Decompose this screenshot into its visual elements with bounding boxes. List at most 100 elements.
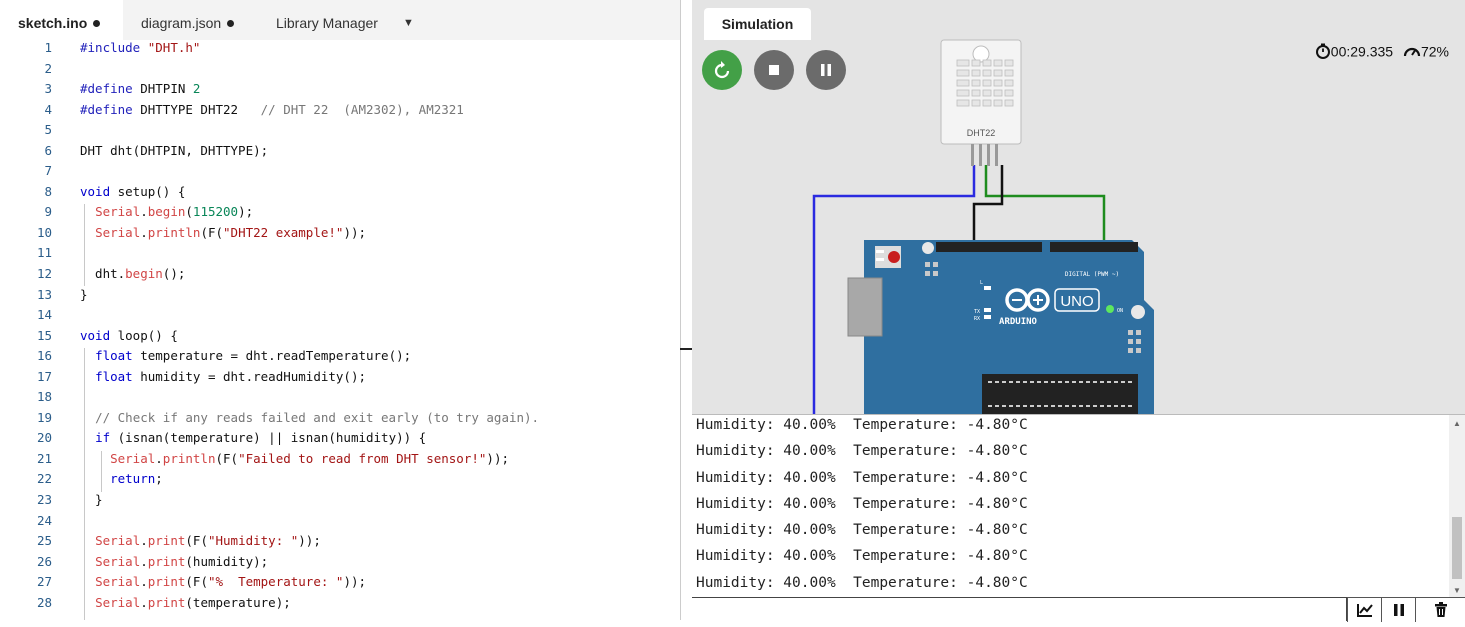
code-line[interactable]: 27 Serial.print(F("% Temperature: "));	[0, 572, 680, 593]
code-line[interactable]: 10 Serial.println(F("DHT22 example!"));	[0, 223, 680, 244]
line-number: 2	[44, 60, 52, 76]
code-line[interactable]: 17 float humidity = dht.readHumidity();	[0, 367, 680, 388]
code-line[interactable]: 12 dht.begin();	[0, 264, 680, 285]
line-number: 3	[44, 81, 52, 97]
code-text: float temperature = dht.readTemperature(…	[95, 348, 412, 364]
code-line[interactable]: 24	[0, 511, 680, 532]
serial-line: Humidity: 40.00% Temperature: -4.80°C	[696, 469, 1028, 486]
serial-line: Humidity: 40.00% Temperature: -4.80°C	[696, 443, 1028, 460]
led-l-label: L	[980, 280, 983, 286]
indent-guide	[101, 451, 102, 492]
scrollbar-thumb[interactable]	[1452, 517, 1462, 579]
serial-line: Humidity: 40.00% Temperature: -4.80°C	[696, 417, 1028, 433]
code-line[interactable]: 14	[0, 305, 680, 326]
line-number: 12	[36, 266, 52, 282]
code-line[interactable]: 15 void loop() {	[0, 326, 680, 347]
arduino-uno-board[interactable]: DIGITAL (PWM ~) L TX RX UNO ARDUINO ON	[847, 240, 1154, 414]
code-text: Serial.begin(115200);	[95, 204, 254, 220]
dht22-sensor[interactable]: DHT22	[940, 39, 1022, 166]
wire-black[interactable]	[972, 165, 1004, 248]
serial-line: Humidity: 40.00% Temperature: -4.80°C	[696, 574, 1028, 591]
line-number: 14	[36, 307, 52, 323]
code-line[interactable]: 28 Serial.print(temperature);	[0, 593, 680, 614]
code-line[interactable]: 13}	[0, 285, 680, 306]
code-line[interactable]: 5	[0, 120, 680, 141]
code-line[interactable]: 2	[0, 59, 680, 80]
code-text: if (isnan(temperature) || isnan(humidity…	[95, 430, 427, 446]
code-line[interactable]: 23 }	[0, 490, 680, 511]
code-area[interactable]: 1 #include "DHT.h" 2 3 #define DHTPIN 2 4 #def…	[0, 38, 680, 613]
serial-monitor[interactable]: Humidity: 40.00% Temperature: -4.80°C Hu…	[692, 414, 1465, 622]
line-number: 16	[36, 348, 52, 364]
unsaved-dot-icon	[93, 20, 101, 27]
code-line[interactable]: 11	[0, 243, 680, 264]
tab-menu-chevron-down-icon[interactable]: ▼	[403, 0, 414, 40]
line-number: 13	[36, 286, 52, 302]
wire-green[interactable]	[984, 165, 1106, 248]
line-number: 9	[44, 204, 52, 220]
led-tx-label: TX	[974, 309, 980, 315]
clear-output-button[interactable]	[1415, 597, 1465, 622]
power-on-label: ON	[1117, 308, 1123, 314]
serial-line: Humidity: 40.00% Temperature: -4.80°C	[696, 495, 1028, 512]
serial-output: Humidity: 40.00% Temperature: -4.80°C Hu…	[696, 415, 1436, 599]
code-text: float humidity = dht.readHumidity();	[95, 368, 366, 384]
code-text: Serial.println(F("Failed to read from DH…	[110, 450, 509, 466]
code-line[interactable]: 18	[0, 387, 680, 408]
code-text: }	[80, 286, 88, 302]
line-number: 18	[36, 389, 52, 405]
line-number: 19	[36, 409, 52, 425]
code-line[interactable]: 21 Serial.println(F("Failed to read from…	[0, 449, 680, 470]
code-line[interactable]: 16 float temperature = dht.readTemperatu…	[0, 346, 680, 367]
plotter-button[interactable]	[1347, 597, 1382, 622]
indent-guide	[84, 204, 85, 286]
code-line[interactable]: 7	[0, 161, 680, 182]
code-text: #include "DHT.h"	[80, 40, 201, 55]
tab-library-manager[interactable]: Library Manager	[276, 0, 378, 40]
board-model-label: UNO	[1060, 293, 1093, 310]
line-number: 17	[36, 368, 52, 384]
code-text: Serial.println(F("DHT22 example!"));	[95, 224, 367, 240]
line-number: 5	[44, 122, 52, 138]
code-line[interactable]: 6 DHT dht(DHTPIN, DHTTYPE);	[0, 141, 680, 162]
code-line[interactable]: 3 #define DHTPIN 2	[0, 79, 680, 100]
line-number: 11	[36, 245, 52, 261]
panel-splitter[interactable]	[680, 0, 692, 620]
code-line[interactable]: 25 Serial.print(F("Humidity: "));	[0, 531, 680, 552]
code-editor[interactable]: sketch.ino diagram.json Library Manager …	[0, 0, 680, 620]
splitter-handle[interactable]	[680, 348, 692, 350]
board-brand-label: ARDUINO	[999, 317, 1038, 327]
line-number: 27	[36, 574, 52, 590]
unsaved-dot-icon	[227, 20, 235, 27]
code-line[interactable]: 1 #include "DHT.h"	[0, 38, 680, 59]
line-number: 21	[36, 450, 52, 466]
code-line[interactable]: 9 Serial.begin(115200);	[0, 202, 680, 223]
line-number: 8	[44, 183, 52, 199]
tab-label: Library Manager	[276, 15, 378, 31]
tab-diagram-json[interactable]: diagram.json	[141, 0, 235, 40]
code-text: return;	[110, 471, 163, 487]
line-number: 22	[36, 471, 52, 487]
code-line[interactable]: 4 #define DHTTYPE DHT22 // DHT 22 (AM2302…	[0, 100, 680, 121]
code-text: #define DHTPIN 2	[80, 81, 201, 97]
code-text: Serial.print(humidity);	[95, 553, 269, 569]
indent-guide	[84, 348, 85, 620]
code-line[interactable]: 26 Serial.print(humidity);	[0, 552, 680, 573]
code-text: DHT dht(DHTPIN, DHTTYPE);	[80, 142, 269, 158]
code-line[interactable]: 20 if (isnan(temperature) || isnan(humid…	[0, 428, 680, 449]
simulation-canvas[interactable]: Simulation 00:29.335 72% DHT22 DIGITAL (…	[692, 0, 1465, 414]
code-line[interactable]: 19 // Check if any reads failed and exit…	[0, 408, 680, 429]
line-number: 1	[44, 40, 52, 55]
code-text: Serial.print(F("% Temperature: "));	[95, 574, 367, 590]
chart-line-icon	[1357, 604, 1373, 617]
editor-tab-bar: sketch.ino diagram.json Library Manager …	[0, 0, 680, 40]
pause-output-button[interactable]	[1381, 597, 1416, 622]
scroll-down-icon[interactable]: ▼	[1453, 586, 1461, 595]
code-line[interactable]: 22 return;	[0, 469, 680, 490]
serial-input[interactable]	[692, 597, 1347, 621]
code-line[interactable]: 8 void setup() {	[0, 182, 680, 203]
line-number: 25	[36, 533, 52, 549]
tab-sketch-ino[interactable]: sketch.ino	[0, 0, 123, 40]
serial-scrollbar[interactable]: ▲ ▼	[1449, 415, 1465, 597]
scroll-up-icon[interactable]: ▲	[1453, 419, 1461, 428]
